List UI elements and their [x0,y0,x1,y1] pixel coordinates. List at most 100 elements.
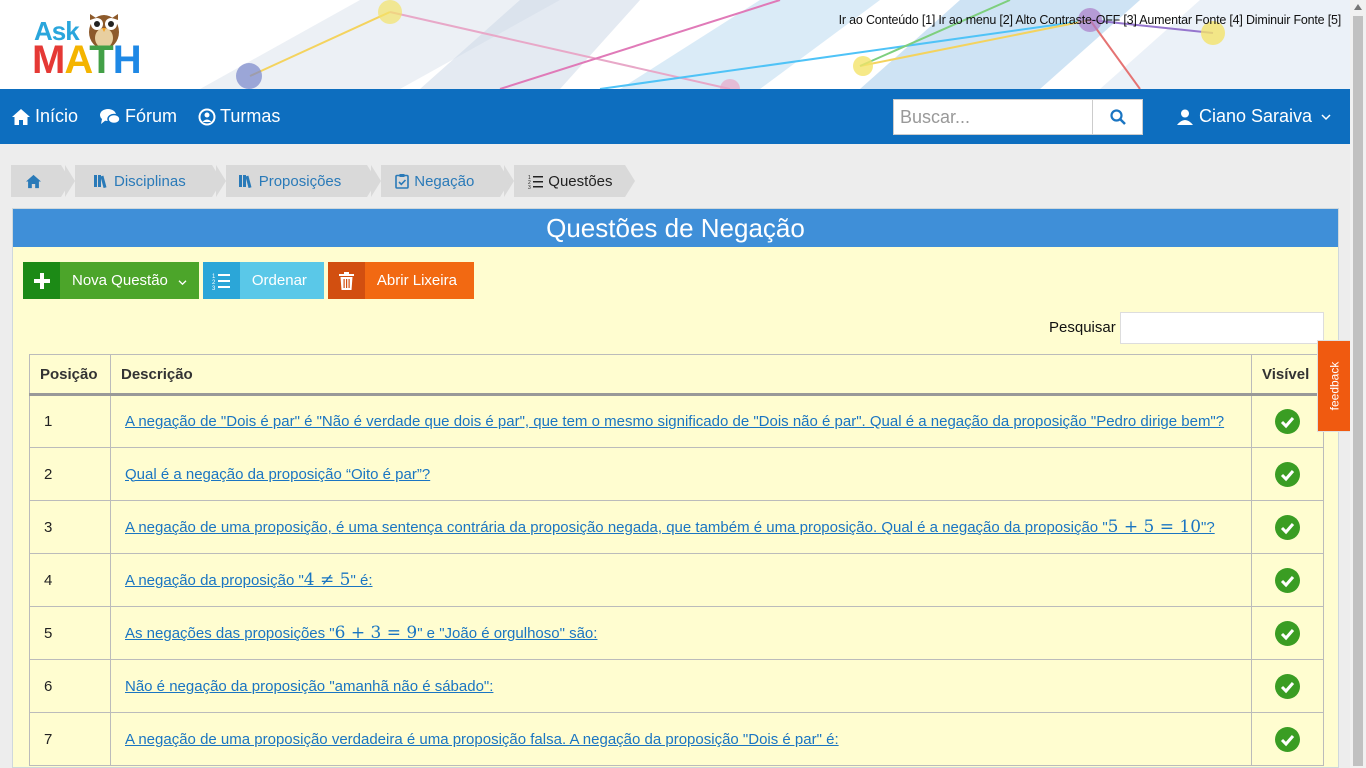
visible-check-icon[interactable] [1275,673,1300,699]
column-header-position[interactable]: Posição [29,354,111,396]
nav-item-turmas[interactable]: Turmas [198,89,280,144]
math-expression: 6 + 3 = 9 [334,623,418,643]
position-cell: 1 [29,394,111,448]
visible-check-icon[interactable] [1275,461,1300,487]
table-row: 7 A negação de uma proposição verdadeira … [29,712,1324,766]
askmath-logo[interactable]: Ask MATH [32,6,152,82]
description-cell: Não é negação da proposição "amanhã não … [110,659,1252,713]
column-header-description[interactable]: Descrição [110,354,1252,396]
user-menu[interactable]: Ciano Saraiva [1176,89,1331,144]
plus-icon [33,272,50,289]
visible-cell [1251,500,1324,554]
position-cell: 3 [29,500,111,554]
home-icon [26,174,41,188]
skip-to-menu-link[interactable]: Ir ao menu [2] [938,13,1013,27]
scroll-up-arrow[interactable] [1354,4,1362,10]
visible-check-icon[interactable] [1275,409,1300,434]
new-question-button[interactable]: Nova Questão [23,262,199,299]
table-row: 3 A negação de uma proposição, é uma sent… [29,500,1324,554]
visible-check-icon[interactable] [1275,620,1300,646]
question-link[interactable]: Não é negação da proposição "amanhã não … [125,678,493,695]
breadcrumb-home[interactable] [11,165,71,197]
breadcrumb-disciplinas[interactable]: Disciplinas [65,165,222,197]
actions-toolbar: Nova Questão 123 Ordenar Abrir Lixeira [23,262,478,299]
clipboard-check-icon [395,174,410,189]
question-text: As negações das proposições " [125,625,335,642]
table-search-input[interactable] [1120,312,1324,344]
table-row: 1 A negação de "Dois é par" é "Não é verd… [29,394,1324,448]
question-link[interactable]: As negações das proposições "6 + 3 = 9" … [125,623,598,643]
visible-check-icon[interactable] [1275,567,1300,593]
description-cell: A negação de uma proposição, é uma sente… [110,500,1252,554]
position-cell: 7 [29,712,111,766]
question-text: A negação de "Dois é par" é "Não é verda… [125,413,1225,430]
visible-cell [1251,606,1324,660]
ordered-list-icon: 123 [212,273,231,290]
page-title: Questões de Negação [13,209,1338,247]
search-icon [1109,109,1126,125]
breadcrumb-negacao[interactable]: Negação [371,165,511,197]
question-link[interactable]: A negação de uma proposição verdadeira é… [125,731,839,748]
description-cell: Qual é a negação da proposição “Oito é p… [110,447,1252,501]
order-button[interactable]: 123 Ordenar [202,262,324,299]
search-button[interactable] [1092,100,1142,134]
questions-table: Posição Descrição Visível 1 A negação de … [29,354,1324,766]
skip-to-content-link[interactable]: Ir ao Conteúdo [1] [839,13,936,27]
list-icon: 123 [528,175,544,189]
question-text: Qual é a negação da proposição “Oito é p… [125,465,431,483]
question-text: A negação de uma proposição verdadeira é… [125,730,839,748]
breadcrumb-proposicoes[interactable]: Proposições [215,165,377,197]
table-row: 5 As negações das proposições "6 + 3 = 9"… [29,606,1324,660]
question-link[interactable]: A negação de uma proposição, é uma sente… [125,517,1215,537]
svg-text:3: 3 [528,185,531,189]
high-contrast-toggle[interactable]: Alto Contraste-OFF [3] [1015,13,1137,27]
page-scrollbar[interactable] [1350,0,1366,768]
nav-label: Turmas [220,106,281,126]
table-row: 6 Não é negação da proposição "amanhã não… [29,659,1324,713]
question-text: " e "João é orgulhoso" são: [417,625,598,642]
position-cell: 5 [29,606,111,660]
nav-item-inicio[interactable]: Início [11,89,78,144]
scrollbar-thumb[interactable] [1353,16,1363,766]
books-icon [94,175,107,188]
global-search [893,99,1143,135]
breadcrumb-label: Disciplinas [114,172,186,190]
description-cell: A negação da proposição "4 ≠ 5" é: [110,553,1252,607]
feedback-label: feedback [1327,361,1342,411]
breadcrumb-questoes[interactable]: 123 Questões [504,165,635,197]
trash-icon [338,271,354,290]
question-text: Não é negação da proposição "amanhã não … [125,677,494,695]
visible-check-icon[interactable] [1275,726,1300,752]
table-header-row: Posição Descrição Visível [29,354,1324,396]
question-text: A negação de uma proposição, é uma sente… [125,519,1108,536]
description-cell: A negação de "Dois é par" é "Não é verda… [110,394,1252,448]
main-navbar: Início Fórum Turmas Ciano Saraiva [0,89,1350,144]
position-cell: 2 [29,447,111,501]
breadcrumb: Disciplinas Proposições Negação 123 Ques… [11,165,635,197]
visible-check-icon[interactable] [1275,514,1300,540]
question-link[interactable]: A negação da proposição "4 ≠ 5" é: [125,570,373,590]
breadcrumb-label: Proposições [258,172,342,190]
order-label: Ordenar [251,272,307,289]
column-header-visible[interactable]: Visível [1251,354,1324,396]
svg-text:3: 3 [212,286,216,290]
position-cell: 6 [29,659,111,713]
table-row: 4 A negação da proposição "4 ≠ 5" é: [29,553,1324,607]
open-trash-button[interactable]: Abrir Lixeira [327,262,474,299]
position-cell: 4 [29,553,111,607]
nav-label: Fórum [125,106,178,126]
nav-label: Início [35,106,79,126]
user-name: Ciano Saraiva [1199,106,1313,126]
question-link[interactable]: A negação de "Dois é par" é "Não é verda… [125,413,1224,430]
math-expression: 4 ≠ 5 [303,570,351,590]
visible-cell [1251,447,1324,501]
decrease-font-link[interactable]: Diminuir Fonte [5] [1246,13,1341,27]
nav-item-forum[interactable]: Fórum [99,89,177,144]
question-link[interactable]: Qual é a negação da proposição “Oito é p… [125,466,430,483]
questions-panel: Questões de Negação Nova Questão 123 Ord… [12,208,1339,768]
increase-font-link[interactable]: Aumentar Fonte [4] [1139,13,1243,27]
question-text: "? [1201,519,1215,536]
search-input[interactable] [894,100,1092,134]
feedback-tab[interactable]: feedback [1317,340,1351,432]
visible-cell [1251,659,1324,713]
